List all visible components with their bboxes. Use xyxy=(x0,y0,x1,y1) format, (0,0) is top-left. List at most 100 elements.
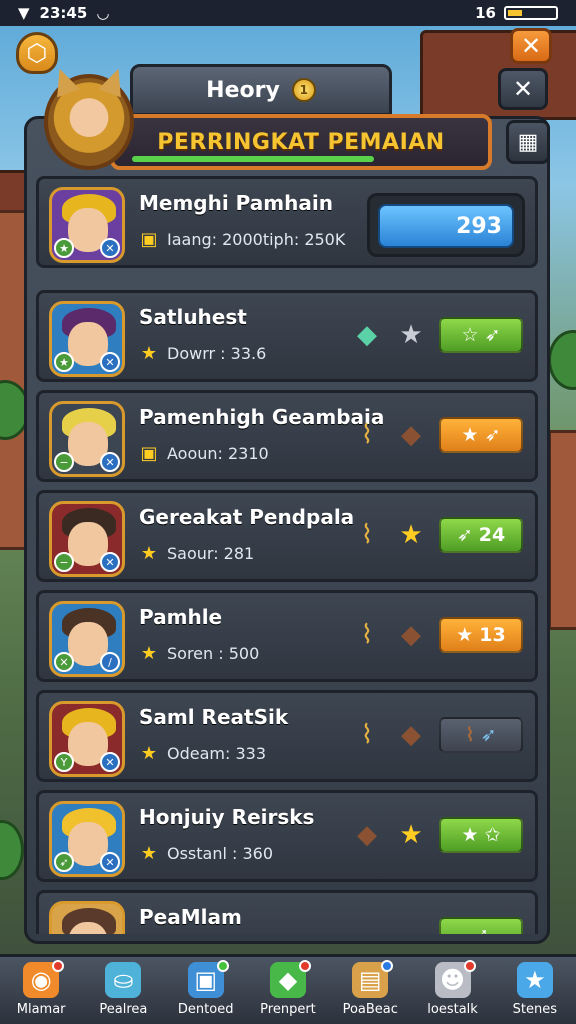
menu-button[interactable]: ▦ xyxy=(506,120,550,164)
title-tab: Heory 1 xyxy=(130,64,392,116)
wifi-icon: ◡ xyxy=(97,4,109,22)
star-badge-icon: ★ xyxy=(54,352,74,372)
player-avatar xyxy=(49,901,125,934)
grid-icon: ▦ xyxy=(517,129,539,155)
scroll-icon: ⌇ xyxy=(360,720,374,750)
star-icon: ✩ xyxy=(484,824,501,846)
wood-icon: ⌇ xyxy=(465,724,475,746)
player-row[interactable]: ★ ✕ Satluhest ★ Dowrr : 33.6 ◆ ★ ☆ ➶ xyxy=(36,290,538,382)
reward-group: ⌇ ◆ ★ 13 xyxy=(351,617,523,653)
tree-decoration xyxy=(548,330,576,390)
badge-icon: Y xyxy=(54,752,74,772)
scroll-icon: ⌇ xyxy=(360,620,374,650)
star-icon: ★ xyxy=(516,961,553,998)
nav-item-loestalk[interactable]: ☻ loestalk xyxy=(416,958,490,1024)
crystal-icon: ◆ xyxy=(357,320,377,350)
score-bar: 293 xyxy=(378,204,514,248)
close-button-top[interactable]: ✕ xyxy=(510,28,552,64)
bottom-nav: ◉ Mlamar ⛀ Pealrea ▣ Dentoed ◆ Prenpert … xyxy=(0,954,576,1024)
scroll-icon: ⌇ xyxy=(360,420,374,450)
nav-item-prenpert[interactable]: ◆ Prenpert xyxy=(251,958,325,1024)
reward-button[interactable]: ⌇ ➶ xyxy=(439,717,523,753)
player-stat: ★ Soren : 500 xyxy=(140,642,260,664)
player-name: Pamenhigh Geambaia xyxy=(139,405,385,429)
player-name: Pamhle xyxy=(139,605,223,629)
reward-count: 24 xyxy=(478,524,506,546)
sword-icon: ➶ xyxy=(480,724,497,746)
nav-item-mlamar[interactable]: ◉ Mlamar xyxy=(4,958,78,1024)
star-icon: ★ xyxy=(140,642,158,664)
sword-icon: ➶ xyxy=(484,424,501,446)
star-icon: ☆ xyxy=(461,324,479,346)
house-decoration xyxy=(548,430,576,630)
nav-label: Pealrea xyxy=(99,1001,148,1017)
sword-icon: ➶ xyxy=(456,524,473,546)
wood-icon: ◆ xyxy=(401,620,421,650)
sword-badge-icon: ✕ xyxy=(100,852,120,872)
badge-icon: ✕ xyxy=(54,652,74,672)
star-icon: ★ xyxy=(461,424,479,446)
player-row[interactable]: PeaMlam ➶ xyxy=(36,890,538,934)
player-avatar: − ✕ xyxy=(49,401,125,477)
star-icon: ★ xyxy=(399,320,423,350)
player-name: Gereakat Pendpala xyxy=(139,505,355,529)
player-stat: ★ Osstanl : 360 xyxy=(140,842,274,864)
player-avatar: ➶ ✕ xyxy=(49,801,125,877)
star-icon: ★ xyxy=(140,342,158,364)
nav-item-poabeac[interactable]: ▤ PoaBeac xyxy=(333,958,407,1024)
status-bar: ▼ 23:45 ◡ 16 xyxy=(0,0,576,26)
badge-icon: − xyxy=(54,452,74,472)
nav-item-stenes[interactable]: ★ Stenes xyxy=(498,958,572,1024)
coin-icon: 1 xyxy=(291,78,316,102)
settings-button[interactable]: ⬡ xyxy=(16,32,58,74)
player-stat: ▣ Iaang: 2000tiph: 250K xyxy=(140,228,346,250)
nav-label: Dentoed xyxy=(177,1001,234,1017)
battery-icon xyxy=(504,6,558,20)
close-icon: ✕ xyxy=(512,75,534,103)
banner-title: PERRINGKAT PEMAIAN xyxy=(157,129,445,155)
nav-item-pealrea[interactable]: ⛀ Pealrea xyxy=(86,958,160,1024)
reward-button[interactable]: ➶ xyxy=(439,917,523,934)
reward-button[interactable]: ★ ✩ xyxy=(439,817,523,853)
nav-label: PoaBeac xyxy=(342,1001,398,1017)
player-stat: ★ Saour: 281 xyxy=(140,542,255,564)
player-avatar: ★ ✕ xyxy=(49,301,125,377)
nav-label: loestalk xyxy=(427,1001,478,1017)
player-list[interactable]: ★ ✕ Memghi Pamhain ▣ Iaang: 2000tiph: 250K… xyxy=(36,176,538,934)
sword-icon: ➶ xyxy=(484,324,501,346)
player-name: Memghi Pamhain xyxy=(139,191,333,215)
nav-item-dentoed[interactable]: ▣ Dentoed xyxy=(169,958,243,1024)
badge-icon: ➶ xyxy=(54,852,74,872)
reward-button[interactable]: ☆ ➶ xyxy=(439,317,523,353)
shield-icon: ⬡ xyxy=(26,39,48,67)
reward-button[interactable]: ➶ 24 xyxy=(439,517,523,553)
reward-button[interactable]: ★ 13 xyxy=(439,617,523,653)
badge-icon: / xyxy=(100,652,120,672)
player-row[interactable]: ➶ ✕ Honjuiy Reirsks ★ Osstanl : 360 ◆ ★ ★ ✩ xyxy=(36,790,538,882)
nav-label: Stenes xyxy=(512,1001,557,1017)
thumb-icon: ★ xyxy=(461,824,479,846)
player-name: Satluhest xyxy=(139,305,247,329)
notification-dot xyxy=(298,959,311,972)
wood-icon: ◆ xyxy=(401,720,421,750)
scroll-icon: ⌇ xyxy=(360,520,374,550)
player-row[interactable]: ★ ✕ Memghi Pamhain ▣ Iaang: 2000tiph: 250K… xyxy=(36,176,538,268)
close-button[interactable]: ✕ xyxy=(498,68,548,110)
player-row[interactable]: − ✕ Gereakat Pendpala ★ Saour: 281 ⌇ ★ ➶ 24 xyxy=(36,490,538,582)
notification-dot xyxy=(52,959,65,972)
player-row[interactable]: ✕ / Pamhle ★ Soren : 500 ⌇ ◆ ★ 13 xyxy=(36,590,538,682)
wood-icon: ◆ xyxy=(357,820,377,850)
player-stat: ★ Odeam: 333 xyxy=(140,742,266,764)
star-icon: ★ xyxy=(140,742,158,764)
player-row[interactable]: − ✕ Pamenhigh Geambaia ▣ Aooun: 2310 ⌇ ◆ ★… xyxy=(36,390,538,482)
tab-title: Heory xyxy=(206,77,280,103)
reward-group: ➶ xyxy=(439,917,523,934)
player-row[interactable]: Y ✕ Saml ReatSik ★ Odeam: 333 ⌇ ◆ ⌇ ➶ xyxy=(36,690,538,782)
player-avatar: ✕ / xyxy=(49,601,125,677)
chest-icon: ▣ xyxy=(140,442,158,464)
notification-dot xyxy=(463,959,476,972)
player-score: 293 xyxy=(456,213,502,239)
banner-progress-bar xyxy=(132,156,374,162)
reward-button[interactable]: ★ ➶ xyxy=(439,417,523,453)
score-box: 293 xyxy=(367,193,525,257)
